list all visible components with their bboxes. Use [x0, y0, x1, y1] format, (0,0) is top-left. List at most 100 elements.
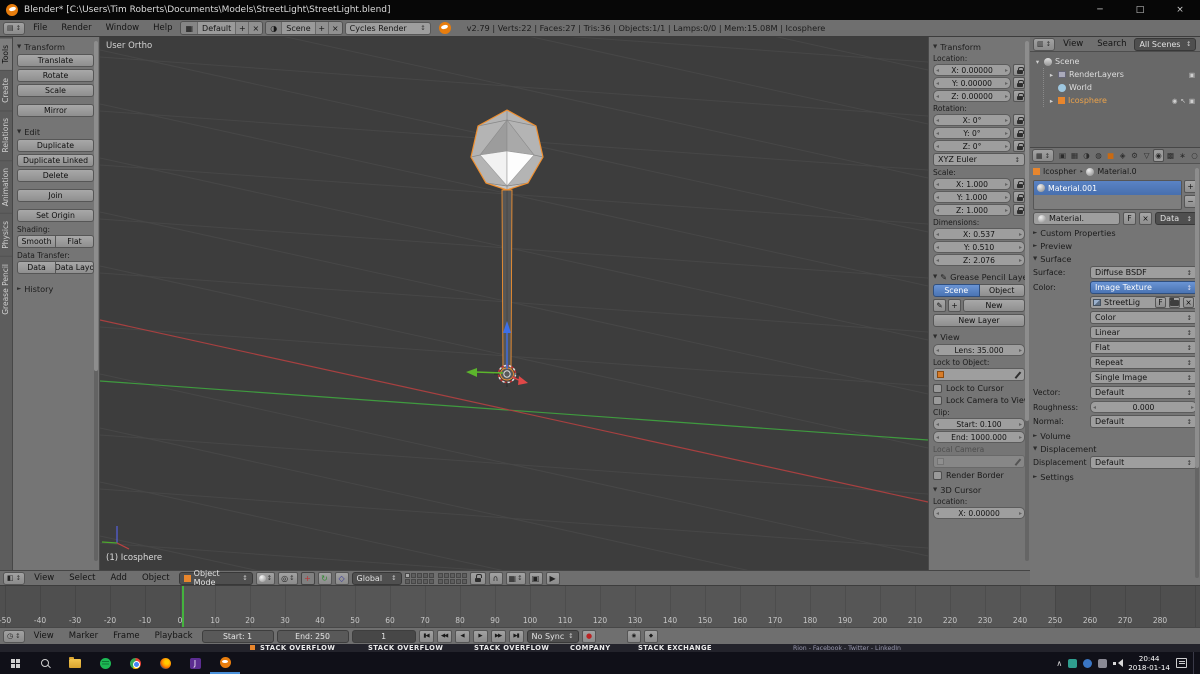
action-center-icon[interactable]	[1176, 658, 1187, 668]
translate-button[interactable]: Translate	[17, 54, 94, 67]
rotation-mode-dropdown[interactable]: XYZ Euler ↕	[933, 153, 1025, 166]
lock-icon[interactable]	[1013, 64, 1025, 76]
cursor-panel-header[interactable]: ▼ 3D Cursor	[933, 485, 1025, 495]
frame-end-field[interactable]: End: 250	[276, 629, 349, 643]
viewport-shading-dropdown[interactable]: ↕	[255, 571, 276, 585]
tab-scene[interactable]: ◑	[1081, 149, 1092, 162]
data-link-dropdown[interactable]: Data ↕	[1155, 212, 1197, 225]
rotate-button[interactable]: Rotate	[17, 69, 94, 82]
info-editor-selector[interactable]: ▤ ↕	[3, 21, 26, 35]
scale-y-field[interactable]: Y: 1.000	[933, 191, 1011, 203]
snap-toggle-button[interactable]: ∩	[488, 571, 503, 585]
unlink-material-button[interactable]: ×	[1139, 212, 1152, 225]
scale-z-field[interactable]: Z: 1.000	[933, 204, 1011, 216]
cursor-x-field[interactable]: X: 0.00000	[933, 507, 1025, 519]
manipulator-y-arrow[interactable]	[466, 368, 477, 377]
grease-pencil-panel-header[interactable]: ▼✎Grease Pencil Layers	[933, 272, 1025, 282]
dimensions-y-field[interactable]: Y: 0.510	[933, 241, 1025, 253]
settings-panel-header[interactable]: ► Settings	[1033, 472, 1197, 482]
gp-object-toggle[interactable]: Object	[979, 284, 1025, 297]
tray-expand-chevron[interactable]: ∧	[1056, 659, 1062, 668]
properties-scrollbar[interactable]	[1195, 168, 1199, 578]
lock-icon[interactable]	[1013, 114, 1025, 126]
npanel-scrollbar[interactable]	[1025, 41, 1029, 561]
close-button[interactable]: ×	[1160, 0, 1200, 20]
material-datablock-field[interactable]: Material.	[1033, 212, 1120, 225]
manipulator-x-arrow[interactable]	[518, 376, 528, 385]
jump-to-end-button[interactable]: ▶▮	[508, 629, 524, 643]
menu-render[interactable]: Render	[55, 23, 97, 33]
lock-icon[interactable]	[1013, 90, 1025, 102]
outliner-editor-selector[interactable]: ▥ ↕	[1033, 37, 1056, 51]
layer-dot[interactable]	[416, 572, 422, 578]
scale-x-field[interactable]: X: 1.000	[933, 178, 1011, 190]
data-transfer-layout-button[interactable]: Data Layo	[56, 261, 94, 274]
mirror-button[interactable]: Mirror	[17, 104, 94, 117]
expand-icon[interactable]: ▸	[1048, 97, 1055, 105]
layer-dot[interactable]	[422, 578, 428, 584]
checkbox-icon[interactable]	[933, 471, 942, 480]
lock-icon[interactable]	[1013, 127, 1025, 139]
surface-shader-dropdown[interactable]: Diffuse BSDF ↕	[1090, 266, 1197, 279]
sync-dropdown[interactable]: No Sync ↕	[526, 629, 579, 643]
selectability-icon[interactable]: ↖	[1180, 97, 1185, 105]
renderable-icon[interactable]: ▣	[1189, 97, 1195, 105]
layer-dot[interactable]	[416, 578, 422, 584]
gp-new-button[interactable]: New	[963, 299, 1025, 312]
jump-to-start-button[interactable]: ▮◀	[418, 629, 434, 643]
lock-icon[interactable]	[1013, 191, 1025, 203]
delete-button[interactable]: Delete	[17, 169, 94, 182]
roughness-field[interactable]: 0.000	[1090, 401, 1197, 413]
menu-view[interactable]: View	[28, 573, 60, 583]
lock-icon[interactable]	[1013, 204, 1025, 216]
tab-physics[interactable]: ○	[1189, 149, 1200, 162]
tray-icon-gray[interactable]	[1098, 658, 1108, 668]
layer-dot[interactable]	[428, 572, 434, 578]
record-button[interactable]: ●	[581, 629, 596, 643]
render-engine-dropdown[interactable]: Cycles Render ↕	[344, 21, 431, 35]
checkbox-icon[interactable]	[933, 396, 942, 405]
set-origin-button[interactable]: Set Origin	[17, 209, 94, 222]
tab-object[interactable]: ■	[1105, 149, 1116, 162]
edit-panel-header[interactable]: ▼ Edit	[17, 127, 94, 137]
source-dropdown[interactable]: Single Image ↕	[1090, 371, 1197, 384]
tray-icon-blue[interactable]	[1083, 658, 1093, 668]
menu-window[interactable]: Window	[100, 23, 146, 33]
taskbar-blender[interactable]	[210, 652, 240, 674]
opengl-render-anim-button[interactable]: ▶	[545, 571, 560, 585]
delete-screen-layout-button[interactable]: ×	[249, 22, 263, 34]
extension-dropdown[interactable]: Repeat ↕	[1090, 356, 1197, 369]
lock-to-object-field[interactable]	[933, 368, 1025, 381]
layer-group-1[interactable]	[404, 572, 434, 584]
outliner-item-scene[interactable]: ▾ Scene	[1034, 55, 1198, 68]
custom-properties-panel-header[interactable]: ► Custom Properties	[1033, 228, 1197, 238]
layer-dot[interactable]	[404, 578, 410, 584]
opengl-render-button[interactable]: ▣	[528, 571, 543, 585]
layer-dot[interactable]	[455, 578, 461, 584]
timeline-menu-view[interactable]: View	[28, 631, 60, 641]
lock-to-scene-button[interactable]	[469, 571, 486, 585]
screen-layout-name[interactable]: Default	[198, 22, 237, 34]
menu-file[interactable]: File	[27, 23, 53, 33]
shade-flat-button[interactable]: Flat	[56, 235, 94, 248]
breadcrumb-object[interactable]: Icospher	[1043, 167, 1076, 176]
layer-dot[interactable]	[404, 572, 410, 578]
toolshelf-tab-create[interactable]: Create	[0, 70, 12, 111]
outliner-display-dropdown[interactable]: All Scenes ↕	[1134, 37, 1197, 51]
displacement-panel-header[interactable]: ▼ Displacement	[1033, 444, 1197, 454]
layer-dot[interactable]	[437, 572, 443, 578]
tray-icon-teal[interactable]	[1068, 658, 1078, 668]
taskbar-clock[interactable]: 20:44 2018-01-14	[1128, 654, 1170, 673]
color-input-dropdown[interactable]: Image Texture ↕	[1090, 281, 1197, 294]
start-button[interactable]	[0, 652, 30, 674]
gp-scene-toggle[interactable]: Scene	[933, 284, 980, 297]
scene-selector-icon[interactable]: ◑	[266, 22, 283, 34]
location-x-field[interactable]: X: 0.00000	[933, 64, 1011, 76]
viewport-3d[interactable]: User Ortho (1) Icosphere	[100, 37, 928, 570]
duplicate-linked-button[interactable]: Duplicate Linked	[17, 154, 94, 167]
outliner-item-icosphere[interactable]: ▸ Icosphere ◉ ↖ ▣	[1048, 94, 1198, 107]
viewport-editor-selector[interactable]: ◧ ↕	[3, 571, 26, 585]
tab-texture[interactable]: ▩	[1165, 149, 1176, 162]
timeline-menu-playback[interactable]: Playback	[149, 631, 199, 641]
layer-dot[interactable]	[410, 578, 416, 584]
